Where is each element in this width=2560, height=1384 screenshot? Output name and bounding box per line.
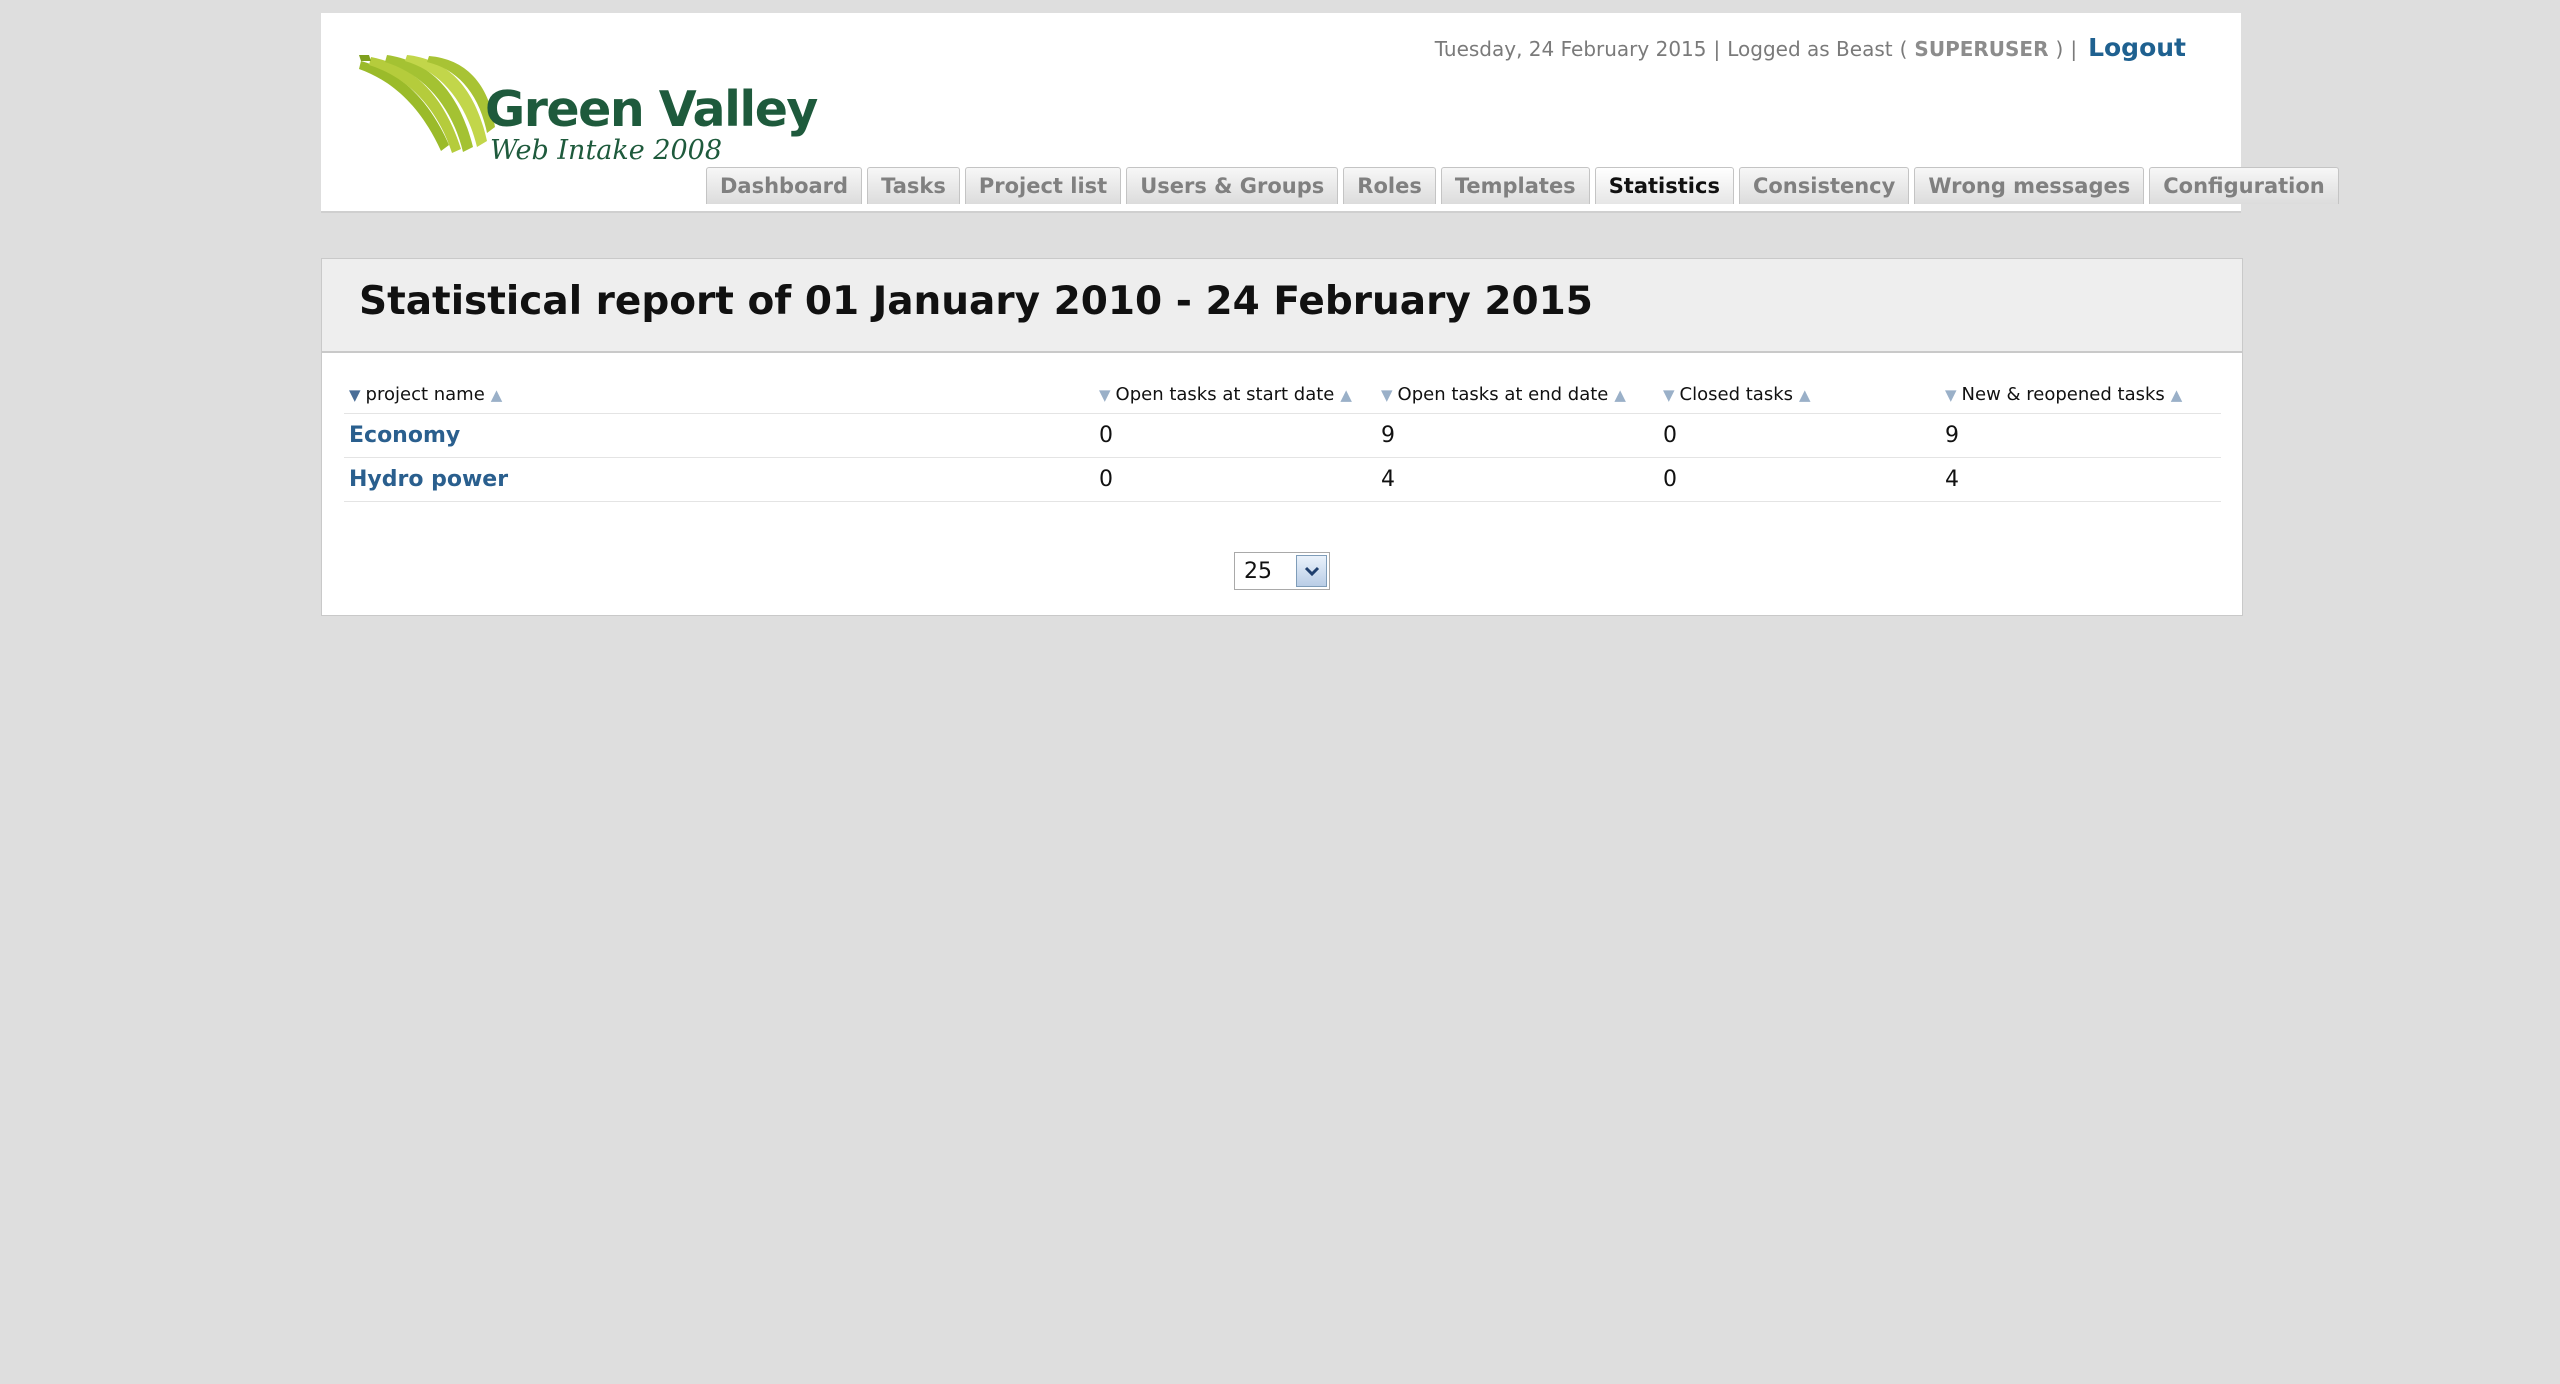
cell-open-start: 0 [1094, 413, 1376, 458]
tab-templates[interactable]: Templates [1440, 167, 1590, 204]
user-role: SUPERUSER [1914, 37, 2049, 61]
cell-new-reopened: 4 [1940, 457, 2221, 502]
column-header-project-name: ▼ project name ▲ [344, 375, 1094, 414]
table-row: Hydro power 0 4 0 4 [344, 457, 2221, 502]
separator: | [1713, 37, 1721, 61]
project-link[interactable]: Economy [349, 423, 460, 448]
tab-consistency[interactable]: Consistency [1738, 167, 1910, 204]
logo-title: Green Valley [485, 81, 818, 138]
sort-asc-icon[interactable]: ▲ [1799, 386, 1811, 404]
main-nav-tabs: Dashboard Tasks Project list Users & Gro… [706, 167, 2339, 204]
header: Green Valley Web Intake 2008 Tuesday, 24… [321, 13, 2339, 213]
table-header-row: ▼ project name ▲ ▼ Open tasks at start date… [344, 375, 2221, 414]
cell-open-end: 9 [1376, 413, 1658, 458]
cell-project: Economy [344, 413, 1094, 458]
project-link[interactable]: Hydro power [349, 467, 508, 492]
sort-desc-icon[interactable]: ▼ [1663, 386, 1675, 404]
column-header-open-end: ▼ Open tasks at end date ▲ [1376, 375, 1658, 414]
sort-desc-icon[interactable]: ▼ [1945, 386, 1957, 404]
sort-asc-icon[interactable]: ▲ [491, 386, 503, 404]
column-label: Closed tasks [1679, 383, 1793, 405]
column-label: Open tasks at end date [1397, 383, 1609, 405]
cell-open-start: 0 [1094, 457, 1376, 502]
tab-configuration[interactable]: Configuration [2149, 167, 2339, 204]
page: Green Valley Web Intake 2008 Tuesday, 24… [0, 0, 2560, 1384]
report-title: Statistical report of 01 January 2010 - … [359, 279, 1593, 324]
tab-project-list[interactable]: Project list [964, 167, 1122, 204]
tab-tasks[interactable]: Tasks [867, 167, 960, 204]
column-label: Open tasks at start date [1115, 383, 1335, 405]
chevron-down-icon [1304, 566, 1319, 577]
paren-close: ) [2055, 37, 2064, 61]
column-label: New & reopened tasks [1961, 383, 2165, 405]
dropdown-button[interactable] [1296, 555, 1327, 587]
tab-wrong-messages[interactable]: Wrong messages [1914, 167, 2145, 204]
tab-dashboard[interactable]: Dashboard [706, 167, 863, 204]
user-bar: Tuesday, 24 February 2015 | Logged as Be… [1435, 33, 2186, 62]
report-header: Statistical report of 01 January 2010 - … [322, 259, 2242, 353]
logout-link[interactable]: Logout [2088, 33, 2186, 62]
column-header-closed: ▼ Closed tasks ▲ [1658, 375, 1940, 414]
sort-desc-icon[interactable]: ▼ [1381, 386, 1393, 404]
tab-statistics[interactable]: Statistics [1594, 167, 1734, 204]
page-size-value: 25 [1244, 558, 1272, 584]
cell-closed: 0 [1658, 457, 1940, 502]
logged-as-text: Logged as Beast [1727, 37, 1893, 61]
logo-swoosh-icon [359, 55, 495, 153]
column-header-new-reopened: ▼ New & reopened tasks ▲ [1940, 375, 2221, 414]
page-size-select[interactable]: 25 [1234, 552, 1330, 590]
current-date: Tuesday, 24 February 2015 [1434, 37, 1707, 61]
sort-desc-icon[interactable]: ▼ [349, 386, 361, 404]
report-panel: Statistical report of 01 January 2010 - … [321, 258, 2243, 616]
separator: | [2070, 37, 2078, 61]
sort-asc-icon[interactable]: ▲ [1340, 386, 1352, 404]
cell-new-reopened: 9 [1940, 413, 2221, 458]
statistics-table: ▼ project name ▲ ▼ Open tasks at start date… [344, 375, 2221, 502]
cell-open-end: 4 [1376, 457, 1658, 502]
green-valley-logo: Green Valley Web Intake 2008 [357, 53, 818, 178]
paren-open: ( [1899, 37, 1908, 61]
tab-users-groups[interactable]: Users & Groups [1126, 167, 1339, 204]
cell-closed: 0 [1658, 413, 1940, 458]
sort-asc-icon[interactable]: ▲ [2171, 386, 2183, 404]
tab-roles[interactable]: Roles [1343, 167, 1436, 204]
column-header-open-start: ▼ Open tasks at start date ▲ [1094, 375, 1376, 414]
table-row: Economy 0 9 0 9 [344, 413, 2221, 458]
sort-desc-icon[interactable]: ▼ [1099, 386, 1111, 404]
sort-asc-icon[interactable]: ▲ [1614, 386, 1626, 404]
column-label: project name [365, 383, 485, 405]
logo-subtitle: Web Intake 2008 [490, 135, 723, 166]
cell-project: Hydro power [344, 457, 1094, 502]
